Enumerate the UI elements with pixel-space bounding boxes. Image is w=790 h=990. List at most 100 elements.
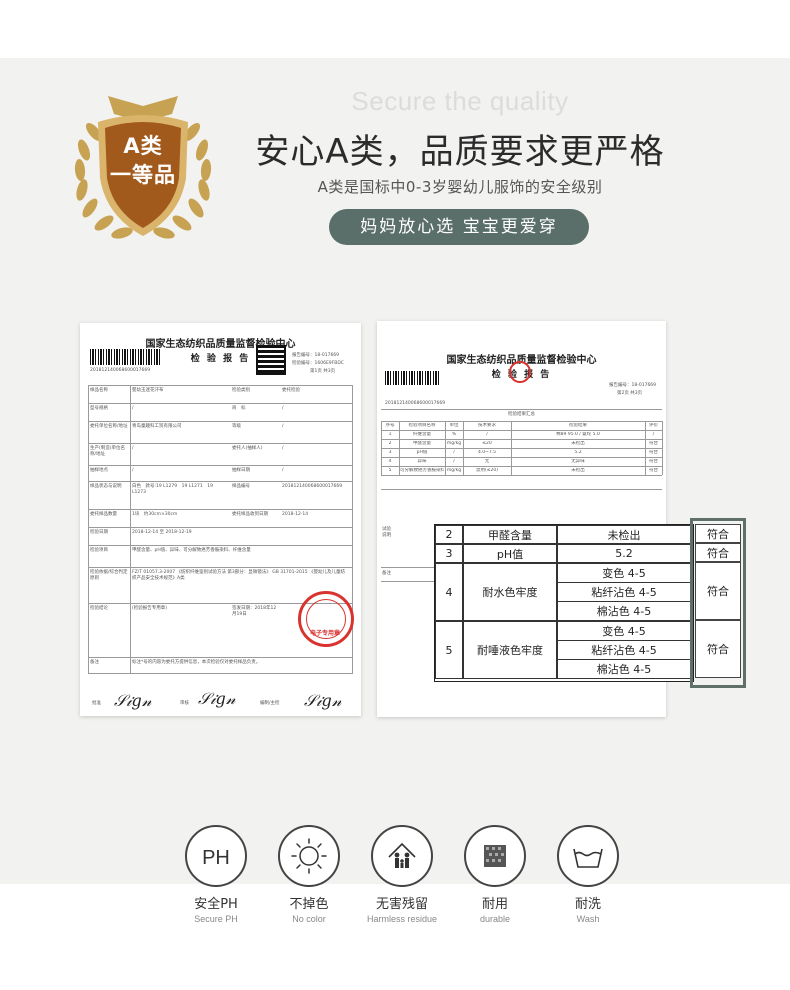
table-cell: / xyxy=(132,446,134,451)
table-cell: 2018-12-14 xyxy=(282,512,309,517)
row-rule xyxy=(88,465,353,466)
zoom-row-number: 5 xyxy=(435,621,463,679)
table-cell: / xyxy=(486,432,488,437)
zoom-row-item: 耐水色牢度 xyxy=(463,563,557,621)
table-cell: 生产(制造)单位名称/地址 xyxy=(90,446,126,457)
ph-icon: PH xyxy=(185,825,247,887)
table-cell: 签发日期：2018年12月19日 xyxy=(232,606,277,617)
zoom-row-number: 4 xyxy=(435,563,463,621)
signature-edit: 𝒮𝒾𝑔𝓃 xyxy=(304,691,342,710)
review-label: 审核 xyxy=(180,701,189,706)
row-rule xyxy=(381,448,662,449)
table-cell: 甲醛含量 xyxy=(413,441,431,446)
col-rule xyxy=(645,421,646,475)
table-cell: 等级 xyxy=(232,424,241,429)
table-cell: 样品名称 xyxy=(90,388,108,393)
table-cell: 单位 xyxy=(449,423,459,428)
feature-no-color: 不掉色 No color xyxy=(259,825,359,924)
report-title: 国家生态纺织品质量监督检验中心 xyxy=(145,339,296,350)
chinese-title: 安心A类，品质要求更严格 xyxy=(255,132,665,172)
table-cell: (检验报告专用章) xyxy=(132,606,168,611)
zoom-row-result: 粘纤沾色 4-5 xyxy=(557,582,691,602)
table-cell: 技术要求 xyxy=(478,423,496,428)
report-number: 报告编号：18-017669 xyxy=(292,353,340,358)
row-rule xyxy=(88,509,353,510)
page-number: 第2页 共3页 xyxy=(617,391,643,396)
qr-code-icon xyxy=(256,345,286,375)
slogan-pill: 妈妈放心选 宝宝更爱穿 xyxy=(329,209,589,245)
table-cell: 2018-12-14 至 2018-12-19 xyxy=(132,530,192,535)
feature-durable: 耐用 durable xyxy=(445,825,545,924)
badge-line1: A类 xyxy=(123,134,163,158)
table-cell: / xyxy=(453,459,455,464)
table-cell: 检验项目名称 xyxy=(408,423,436,428)
zoom-row-result: 变色 4-5 xyxy=(557,621,691,641)
wash-icon xyxy=(557,825,619,887)
table-cell: 检验项目 xyxy=(90,548,108,553)
row-rule xyxy=(88,527,353,528)
table-cell: 纤维含量 xyxy=(413,432,431,437)
table-cell: 2 xyxy=(388,441,392,446)
table-cell: FZ/T 01057.3-2007 《纺织纤维鉴别试验方法 第3部分：显微镜法》… xyxy=(132,570,346,581)
zoom-row-evaluation: 符合 xyxy=(695,543,741,562)
approve-label: 批准 xyxy=(92,701,101,706)
table-cell: mg/kg xyxy=(446,468,462,473)
badge-line2: 一等品 xyxy=(110,163,176,187)
col-rule xyxy=(511,421,512,475)
col-rule xyxy=(352,385,353,673)
feature-sub: durable xyxy=(479,914,511,924)
table-cell: 青岛童趣科工贸有限公司 xyxy=(132,424,182,429)
table-cell: 委托检验 xyxy=(282,388,300,393)
table-cell: 未检出 xyxy=(571,441,585,446)
zoom-row-number: 2 xyxy=(435,525,463,544)
col-rule xyxy=(463,421,464,475)
barcode-number: 201812140068600017669 xyxy=(90,368,151,373)
table-cell: 201812140068600017669 xyxy=(282,484,343,489)
table-cell: 白色 款号:19 L1279 19 L1271 19 L1273 xyxy=(132,484,213,495)
table-cell: pH值 xyxy=(416,450,428,455)
chinese-subtitle: A类是国标中0-3岁婴幼儿服饰的安全级别 xyxy=(317,178,603,196)
row-rule xyxy=(381,430,662,431)
table-cell: 检验结论 xyxy=(90,606,108,611)
signature-approve: 𝒮𝒾𝑔𝓃 xyxy=(114,691,152,710)
feature-sub: No color xyxy=(292,914,326,924)
table-cell: 1 xyxy=(388,432,392,437)
table-cell: 商 标 xyxy=(232,406,246,411)
inspection-report-page-1: 国家生态纺织品质量监督检验中心 检 验 报 告 2018121400686000… xyxy=(80,323,361,716)
table-cell: / xyxy=(453,450,455,455)
row-rule xyxy=(381,475,662,476)
row-rule xyxy=(381,439,662,440)
row-rule xyxy=(88,657,353,658)
table-cell: 5 xyxy=(388,468,392,473)
table-cell: 3 xyxy=(388,450,392,455)
feature-label: 耐用 xyxy=(481,897,508,912)
row-rule xyxy=(381,421,662,422)
col-rule xyxy=(445,421,446,475)
english-title: Secure the quality xyxy=(351,86,569,116)
table-cell: 检验类别 xyxy=(232,388,250,393)
table-cell: / xyxy=(282,468,284,473)
row-rule xyxy=(381,466,662,467)
feature-label: 安全PH xyxy=(194,897,238,912)
table-cell: 符合 xyxy=(649,459,658,464)
table-cell: 备注 xyxy=(90,660,99,665)
zoom-row-item: 耐唾液色牢度 xyxy=(463,621,557,679)
table-cell: / xyxy=(282,406,284,411)
table-cell: 异味 xyxy=(417,459,427,464)
table-cell: 检验依据/综合判定原则 xyxy=(90,570,128,581)
table-cell: 婴幼玉迷花汗布 xyxy=(132,388,164,393)
table-cell: 符合 xyxy=(649,450,658,455)
feature-wash: 耐洗 Wash xyxy=(538,825,638,924)
table-cell: 无 xyxy=(484,459,490,464)
notes-label: 试验说明 xyxy=(382,527,391,538)
red-seal-icon xyxy=(509,361,531,383)
barcode-icon xyxy=(90,349,160,365)
table-cell: 委托单位名称/地址 xyxy=(90,424,128,429)
page-number: 第1页 共3页 xyxy=(310,369,336,374)
feature-secure-ph: PH 安全PH Secure PH xyxy=(166,825,266,924)
table-cell: 委托样品数量 xyxy=(90,512,117,517)
signature-review: 𝒮𝒾𝑔𝓃 xyxy=(198,689,236,708)
notes-top-rule xyxy=(381,489,662,490)
table-cell: 抽样地点 xyxy=(90,468,108,473)
summary-top-rule xyxy=(381,409,662,410)
